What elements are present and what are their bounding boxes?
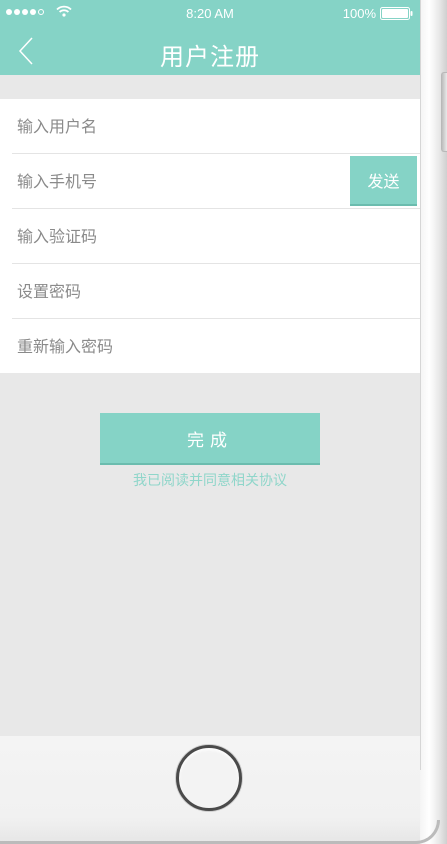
verification-code-row: [0, 209, 420, 263]
screen-border: [420, 0, 421, 770]
agreement-link[interactable]: 我已阅读并同意相关协议: [0, 470, 420, 490]
verification-code-input[interactable]: [17, 209, 337, 263]
password-input[interactable]: [17, 264, 337, 318]
status-bar: 8:20 AM 100%: [0, 0, 420, 28]
phone-bottom-edge: [0, 820, 440, 844]
navigation-bar: 用户注册: [0, 28, 420, 75]
page-title: 用户注册: [160, 43, 260, 71]
battery-percentage: 100%: [342, 6, 376, 21]
phone-screen: 8:20 AM 100% 用户注册 输入用户名 输入手机号 输入验证码 发送 完…: [0, 0, 420, 736]
phone-side-button: [441, 72, 447, 152]
submit-button[interactable]: 完成: [100, 413, 320, 463]
confirm-password-input[interactable]: [17, 319, 337, 373]
username-row: [0, 99, 420, 153]
password-row: [0, 264, 420, 318]
home-button[interactable]: [176, 745, 242, 811]
registration-form: [0, 99, 420, 373]
send-code-button[interactable]: 发送: [350, 156, 417, 204]
username-input[interactable]: [17, 99, 337, 153]
battery-icon: [380, 7, 413, 20]
confirm-password-row: [0, 319, 420, 373]
phone-input[interactable]: [17, 154, 337, 208]
